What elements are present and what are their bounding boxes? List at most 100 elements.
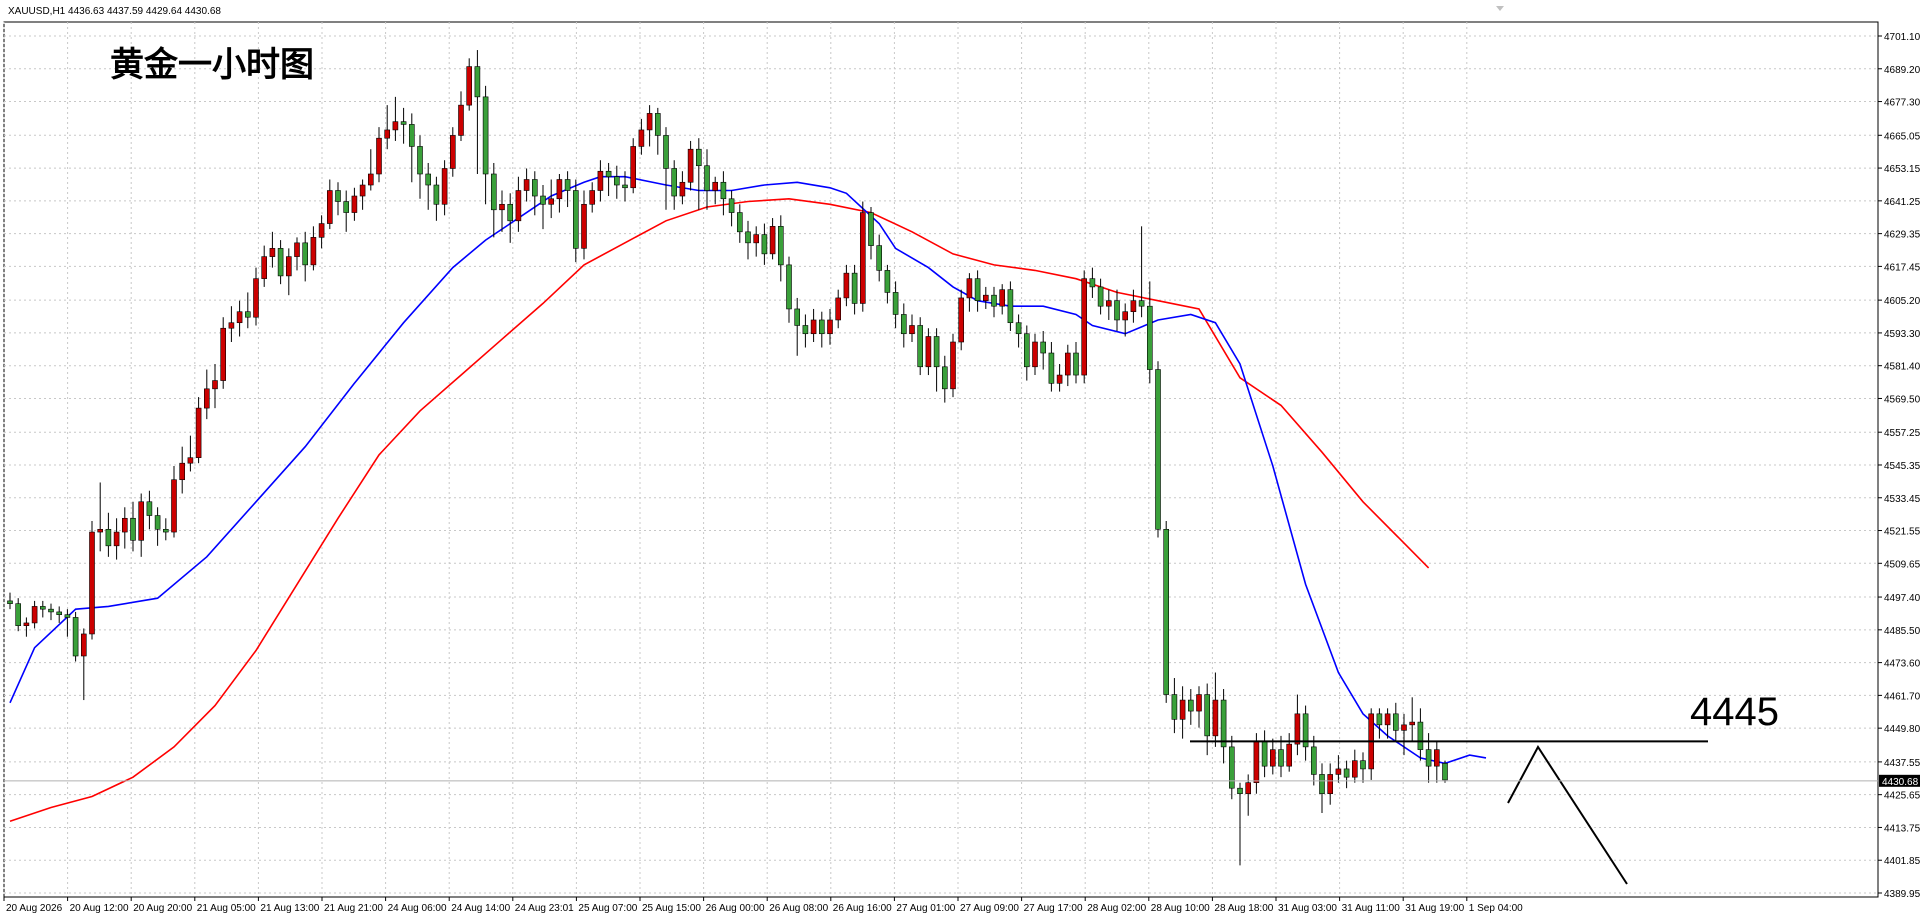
candle-bull — [1401, 724, 1407, 731]
scroll-indicator-icon[interactable] — [1496, 6, 1504, 11]
candle-bear — [900, 314, 907, 335]
candle-bull — [1081, 278, 1087, 376]
candle-bull — [23, 622, 30, 626]
candle-bear — [1171, 694, 1178, 720]
candle-bull — [1335, 768, 1342, 775]
candle-bear — [745, 231, 751, 244]
candle-bear — [245, 311, 251, 318]
candle-bull — [310, 237, 317, 266]
ma-fast-line — [9, 175, 1487, 765]
candle-bull — [523, 179, 530, 191]
candle-bull — [810, 319, 817, 335]
candle-bear — [851, 272, 858, 304]
candle-bear — [130, 517, 136, 541]
y-tick-label: 4701.10 — [1884, 32, 1920, 43]
x-tick-label: 26 Aug 16:00 — [833, 903, 892, 914]
candle-bear — [1360, 760, 1366, 770]
candle-bear — [154, 515, 161, 530]
candle-bear — [1155, 369, 1161, 530]
y-tick-label: 4425.65 — [1884, 791, 1920, 802]
candle-bear — [408, 124, 415, 147]
candle-bear — [1417, 721, 1424, 750]
y-tick-label: 4605.20 — [1884, 296, 1920, 307]
candle-bear — [786, 264, 792, 310]
candle-bear — [974, 278, 981, 301]
candle-bear — [56, 611, 63, 615]
candle-bear — [400, 121, 407, 125]
candle-bull — [1294, 713, 1301, 745]
y-tick-label: 4497.40 — [1884, 593, 1920, 604]
candle-bull — [179, 462, 185, 481]
candle-bear — [540, 195, 546, 205]
candle-bull — [859, 212, 866, 304]
candle-bear — [663, 135, 669, 169]
candle-bull — [228, 322, 235, 329]
candle-bull — [950, 341, 956, 390]
candle-bull — [958, 297, 965, 343]
candle-bull — [458, 104, 464, 136]
candle-bear — [277, 248, 284, 277]
candle-bear — [622, 184, 628, 189]
candle-bear — [1343, 768, 1350, 778]
candle-bull — [113, 531, 120, 547]
candle-bull — [1327, 774, 1333, 795]
candle-bull — [285, 256, 292, 277]
x-tick-label: 31 Aug 03:00 — [1278, 903, 1337, 914]
candle-bull — [466, 66, 473, 106]
candle-bear — [1138, 300, 1145, 307]
candle-bull — [367, 173, 374, 186]
candle-bull — [1032, 341, 1038, 368]
y-tick-label: 4629.35 — [1884, 230, 1920, 241]
candle-bull — [966, 278, 973, 299]
candle-bull — [441, 168, 448, 205]
candle-bear — [425, 173, 432, 186]
chart-window[interactable]: 4701.10 4689.20 4677.30 4665.05 4653.15 4641.… — [0, 0, 1920, 919]
x-tick-label: 28 Aug 02:00 — [1087, 903, 1146, 914]
ma-fast-path — [9, 175, 1487, 765]
candle-bear — [302, 242, 309, 266]
candle-bear — [105, 528, 112, 547]
y-tick-label: 4401.85 — [1884, 856, 1920, 867]
candle-bull — [499, 203, 505, 211]
x-tick-label: 28 Aug 10:00 — [1151, 903, 1210, 914]
candles — [7, 50, 1448, 866]
candle-bear — [605, 170, 612, 178]
x-tick-label: 26 Aug 00:00 — [706, 903, 765, 914]
candle-bear — [433, 184, 440, 205]
candle-bull — [171, 479, 177, 533]
candle-bear — [1376, 713, 1383, 726]
candle-bull — [1352, 760, 1358, 778]
candle-bull — [1245, 782, 1251, 795]
candle-bull — [269, 248, 276, 257]
candle-bull — [31, 606, 38, 624]
x-tick-label: 20 Aug 12:00 — [70, 903, 129, 914]
candle-bear — [564, 179, 571, 191]
candlestick-chart[interactable]: 4701.10 4689.20 4677.30 4665.05 4653.15 4641.… — [0, 0, 1920, 919]
candle-bull — [909, 325, 915, 335]
candle-bull — [597, 170, 604, 191]
y-tick-label: 4689.20 — [1884, 65, 1920, 76]
candle-bull — [982, 294, 989, 301]
candle-bear — [876, 245, 883, 271]
candle-bear — [531, 179, 538, 197]
x-tick-label: 27 Aug 01:00 — [896, 903, 955, 914]
chart-header: XAUUSD,H1 4436.63 4437.59 4429.64 4430.6… — [8, 6, 221, 17]
x-tick-label: 27 Aug 09:00 — [960, 903, 1019, 914]
candle-bull — [220, 327, 226, 381]
x-tick-label: 24 Aug 14:00 — [451, 903, 510, 914]
candle-bear — [671, 168, 678, 197]
candle-bear — [1089, 278, 1096, 288]
candle-bear — [146, 501, 153, 516]
candle-bear — [728, 198, 735, 213]
candle-bull — [835, 297, 842, 321]
candle-bear — [1237, 787, 1243, 795]
x-tick-label: 1 Sep 04:00 — [1469, 903, 1523, 914]
candle-bull — [1270, 749, 1276, 767]
x-tick-label: 21 Aug 21:00 — [324, 903, 383, 914]
plot-frame — [3, 21, 1879, 898]
candle-bear — [343, 201, 350, 213]
candle-bull — [843, 272, 850, 299]
x-tick-label: 21 Aug 13:00 — [260, 903, 319, 914]
candle-bull — [925, 336, 932, 368]
candle-bull — [351, 195, 358, 213]
